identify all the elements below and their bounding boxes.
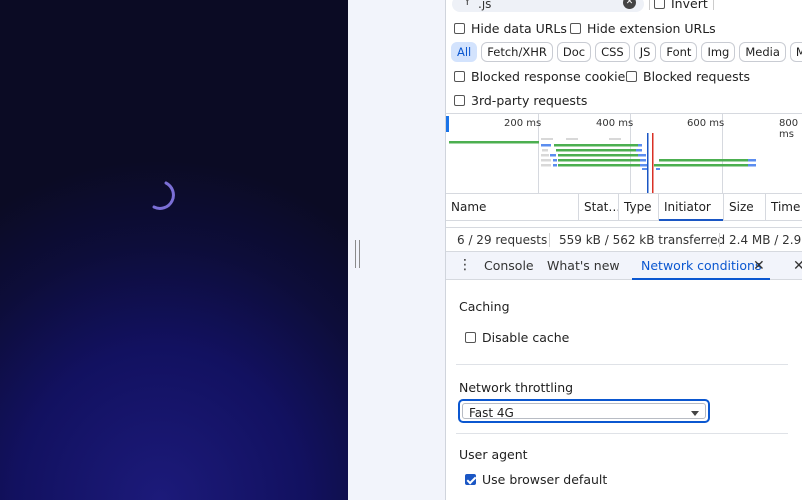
loading-spinner-icon bbox=[152, 181, 175, 210]
blocked-response-cookies-box[interactable] bbox=[454, 71, 465, 82]
kebab-menu-icon[interactable]: ⋮ bbox=[458, 258, 472, 272]
network-throttling-heading: Network throttling bbox=[459, 380, 574, 395]
third-party-requests-box[interactable] bbox=[454, 95, 465, 106]
hide-data-urls-label: Hide data URLs bbox=[471, 21, 567, 36]
divider bbox=[649, 0, 650, 10]
filter-chip-media[interactable]: Media bbox=[739, 42, 786, 62]
summary-separator bbox=[549, 233, 550, 247]
third-party-requests-label: 3rd-party requests bbox=[471, 93, 588, 108]
hide-extension-urls-checkbox[interactable]: Hide extension URLs bbox=[570, 21, 716, 36]
network-panel: Y .js ✕ Invert Hide data URLs Hide exten… bbox=[446, 0, 802, 500]
page-preview bbox=[0, 0, 348, 500]
use-browser-default-box[interactable] bbox=[465, 474, 476, 485]
disable-cache-label: Disable cache bbox=[482, 330, 570, 345]
column-header-name[interactable]: Name bbox=[446, 194, 579, 221]
third-party-requests-checkbox[interactable]: 3rd-party requests bbox=[454, 93, 587, 108]
column-header-status[interactable]: Stat… bbox=[579, 194, 619, 221]
filter-chip-font[interactable]: Font bbox=[660, 42, 698, 62]
caching-heading: Caching bbox=[459, 299, 510, 314]
column-header-initiator[interactable]: Initiator bbox=[659, 194, 724, 221]
filter-row: Y .js ✕ Invert bbox=[446, 0, 802, 14]
resize-handle[interactable] bbox=[355, 240, 360, 268]
filter-chip-js[interactable]: JS bbox=[633, 42, 657, 62]
network-summary-bar: 6 / 29 requests 559 kB / 562 kB transfer… bbox=[446, 227, 802, 252]
filter-chip-doc[interactable]: Doc bbox=[556, 42, 592, 62]
disable-cache-checkbox[interactable]: Disable cache bbox=[465, 330, 569, 345]
filter-input-value: .js bbox=[478, 0, 492, 11]
column-header-time[interactable]: Time bbox=[766, 194, 802, 221]
hide-extension-urls-box[interactable] bbox=[570, 23, 581, 34]
hide-data-urls-box[interactable] bbox=[454, 23, 465, 34]
section-divider bbox=[456, 364, 788, 365]
filter-chip-fetch-xhr[interactable]: Fetch/XHR bbox=[481, 42, 553, 62]
close-drawer-icon[interactable]: ✕ bbox=[793, 252, 802, 280]
divider bbox=[713, 0, 714, 10]
user-agent-heading: User agent bbox=[459, 447, 528, 462]
invert-checkbox[interactable]: Invert bbox=[654, 0, 708, 11]
filter-chip-manifest[interactable]: Manifest bbox=[789, 42, 802, 62]
dropdown-arrow-icon bbox=[691, 411, 699, 416]
requests-table-header: Name Stat… Type Initiator Size Time bbox=[446, 194, 802, 221]
blocked-response-cookies-label: Blocked response cookies bbox=[471, 69, 632, 84]
filter-chip-all[interactable]: All bbox=[451, 42, 478, 62]
use-browser-default-label: Use browser default bbox=[482, 472, 608, 487]
summary-requests: 6 / 29 requests bbox=[457, 233, 548, 247]
filter-chip-css[interactable]: CSS bbox=[595, 42, 630, 62]
summary-transferred: 559 kB / 562 kB transferred bbox=[559, 233, 726, 247]
blocked-response-cookies-checkbox[interactable]: Blocked response cookies bbox=[454, 69, 632, 84]
hide-extension-urls-label: Hide extension URLs bbox=[587, 21, 716, 36]
tab-network-conditions[interactable]: Network conditions bbox=[641, 252, 761, 280]
summary-resources: 2.4 MB / 2.9 MB resources bbox=[729, 233, 802, 247]
funnel-icon: Y bbox=[464, 0, 471, 8]
tab-console[interactable]: Console bbox=[484, 252, 534, 280]
devtools-left-pane bbox=[368, 0, 446, 500]
column-header-size[interactable]: Size bbox=[724, 194, 766, 221]
hide-data-urls-checkbox[interactable]: Hide data URLs bbox=[454, 21, 567, 36]
active-tab-indicator bbox=[632, 278, 770, 280]
network-throttling-select[interactable]: Fast 4G bbox=[458, 399, 710, 423]
overview-waterfall bbox=[449, 133, 756, 193]
use-browser-default-checkbox[interactable]: Use browser default bbox=[465, 472, 607, 487]
resource-type-filters: All Fetch/XHR Doc CSS JS Font Img Media … bbox=[451, 42, 802, 62]
summary-separator bbox=[719, 233, 720, 247]
blocked-requests-box[interactable] bbox=[626, 71, 637, 82]
column-header-type[interactable]: Type bbox=[619, 194, 659, 221]
blocked-requests-checkbox[interactable]: Blocked requests bbox=[626, 69, 750, 84]
invert-label: Invert bbox=[671, 0, 708, 11]
timeline-overview[interactable]: 200 ms 400 ms 600 ms 800 ms bbox=[446, 113, 802, 194]
disable-cache-box[interactable] bbox=[465, 332, 476, 343]
throttling-selected-value: Fast 4G bbox=[469, 406, 514, 420]
blocked-requests-label: Blocked requests bbox=[643, 69, 750, 84]
drawer-tab-bar: ⋮ Console What's new Network conditions … bbox=[446, 252, 802, 280]
invert-checkbox-box[interactable] bbox=[654, 0, 665, 9]
section-divider bbox=[456, 433, 788, 434]
close-tab-icon[interactable]: ✕ bbox=[753, 252, 765, 280]
filter-chip-img[interactable]: Img bbox=[701, 42, 736, 62]
select-inner: Fast 4G bbox=[462, 403, 706, 420]
tab-whats-new[interactable]: What's new bbox=[547, 252, 620, 280]
